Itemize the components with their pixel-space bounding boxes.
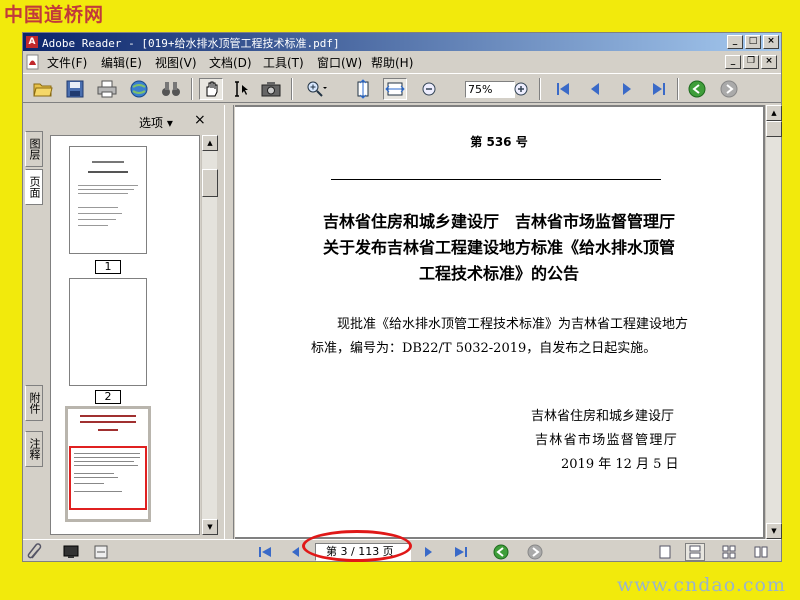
document-viewer[interactable]: 第 536 号 吉林省住房和城乡建设厅 吉林省市场监督管理厅 关于发布吉林省工程… — [235, 105, 782, 539]
menu-tools[interactable]: 工具(T) — [263, 54, 304, 71]
doc-scroll-thumb[interactable] — [766, 121, 782, 137]
doc-restore-button[interactable]: ❐ — [743, 55, 759, 69]
save-disk-icon[interactable] — [63, 78, 87, 100]
hand-tool-icon[interactable] — [199, 78, 223, 100]
pdf-document-icon[interactable] — [26, 54, 40, 70]
first-page-icon[interactable] — [551, 78, 575, 100]
menu-view[interactable]: 视图(V) — [155, 54, 197, 71]
page-layout-icon[interactable] — [91, 543, 111, 561]
tab-pages[interactable]: 页面 — [25, 169, 43, 205]
signer-housing-department: 吉林省住房和城乡建设厅 — [531, 409, 675, 424]
print-icon[interactable] — [95, 78, 119, 100]
page-thumbnail-2[interactable] — [69, 278, 147, 386]
maximize-button[interactable]: □ — [745, 35, 761, 49]
status-next-page-icon[interactable] — [419, 543, 439, 561]
zoom-in-icon[interactable] — [509, 78, 533, 100]
zoom-out-icon[interactable] — [417, 78, 441, 100]
title-bar[interactable]: A Adobe Reader - [019+给水排水顶管工程技术标准.pdf] … — [23, 33, 781, 51]
next-page-icon[interactable] — [615, 78, 639, 100]
document-number: 第 536 号 — [470, 135, 528, 149]
menu-file[interactable]: 文件(F) — [47, 54, 87, 71]
thumbnail-options-menu[interactable]: 选项 ▾ — [139, 114, 173, 131]
thumbnail-panel-close-button[interactable]: × — [194, 112, 206, 128]
thumbnail-scroll-thumb[interactable] — [202, 169, 218, 197]
single-page-view-icon[interactable] — [655, 543, 675, 561]
document-page: 第 536 号 吉林省住房和城乡建设厅 吉林省市场监督管理厅 关于发布吉林省工程… — [235, 107, 763, 537]
search-binoculars-icon[interactable] — [159, 78, 183, 100]
menu-help[interactable]: 帮助(H) — [371, 54, 413, 71]
status-go-back-icon[interactable] — [491, 543, 511, 561]
page-thumbnails-panel: 选项 ▾ × 1 2 ▲ ▼ — [47, 105, 223, 539]
doc-scroll-down-arrow-icon[interactable]: ▼ — [766, 523, 782, 539]
zoom-in-tool-icon[interactable] — [305, 78, 329, 100]
display-monitor-icon[interactable] — [61, 543, 81, 561]
doc-scroll-up-arrow-icon[interactable]: ▲ — [766, 105, 782, 121]
scroll-down-arrow-icon[interactable]: ▼ — [202, 519, 218, 535]
document-title-line-3: 工程技术标准》的公告 — [418, 264, 579, 283]
page-thumbnail-label-2: 2 — [95, 390, 121, 404]
window-title: Adobe Reader - [019+给水排水顶管工程技术标准.pdf] — [42, 37, 340, 50]
document-title-line-2: 关于发布吉林省工程建设地方标准《给水排水顶管 — [322, 238, 675, 257]
scroll-up-arrow-icon[interactable]: ▲ — [202, 135, 218, 151]
status-last-page-icon[interactable] — [451, 543, 471, 561]
navigation-tabs: 图层 页面 附件 注释 — [23, 105, 45, 539]
tab-comments[interactable]: 注释 — [25, 431, 43, 467]
watermark-cndao-bottom: www.cndao.com — [616, 574, 786, 596]
previous-page-icon[interactable] — [583, 78, 607, 100]
doc-minimize-button[interactable]: _ — [725, 55, 741, 69]
menu-document[interactable]: 文档(D) — [209, 54, 252, 71]
document-body: 现批准《给水排水顶管工程技术标准》为吉林省工程建设地方标准，编号为：DB22/T… — [311, 317, 689, 356]
email-globe-icon[interactable] — [127, 78, 151, 100]
continuous-view-icon[interactable] — [685, 543, 705, 561]
fit-height-icon[interactable] — [351, 78, 375, 100]
last-page-icon[interactable] — [647, 78, 671, 100]
tab-layers[interactable]: 图层 — [25, 131, 43, 167]
select-text-icon[interactable] — [229, 78, 253, 100]
menu-edit[interactable]: 编辑(E) — [101, 54, 142, 71]
facing-view-icon[interactable] — [719, 543, 739, 561]
minimize-button[interactable]: _ — [727, 35, 743, 49]
title-divider — [331, 179, 661, 180]
page-indicator-highlight-ellipse — [302, 530, 412, 562]
watermark-cndao-top: 中国道桥网 — [4, 4, 105, 26]
go-back-icon[interactable] — [685, 78, 709, 100]
document-title-line-1: 吉林省住房和城乡建设厅 吉林省市场监督管理厅 — [322, 212, 675, 231]
page-thumbnail-label-1: 1 — [95, 260, 121, 274]
thumbnail-list[interactable]: 1 2 — [50, 135, 200, 535]
document-scrollbar[interactable]: ▲ ▼ — [765, 105, 782, 539]
menu-window[interactable]: 窗口(W) — [317, 54, 362, 71]
open-folder-icon[interactable] — [31, 78, 55, 100]
adobe-reader-window: A Adobe Reader - [019+给水排水顶管工程技术标准.pdf] … — [22, 32, 782, 562]
signer-market-supervision: 吉林省市场监督管理厅 — [535, 433, 679, 448]
status-first-page-icon[interactable] — [255, 543, 275, 561]
doc-close-button[interactable]: × — [761, 55, 777, 69]
document-date: 2019 年 12 月 5 日 — [561, 457, 679, 472]
go-forward-icon[interactable] — [717, 78, 741, 100]
zoom-level-input[interactable]: 75% — [465, 81, 515, 98]
page-thumbnail-1[interactable] — [69, 146, 147, 254]
menu-bar: 文件(F) 编辑(E) 视图(V) 文档(D) 工具(T) 窗口(W) 帮助(H… — [23, 52, 781, 72]
toolbar: 75% ▼ — [23, 73, 781, 103]
continuous-facing-view-icon[interactable] — [751, 543, 771, 561]
adobe-reader-icon: A — [26, 36, 38, 48]
status-go-forward-icon[interactable] — [525, 543, 545, 561]
snapshot-camera-icon[interactable] — [259, 78, 283, 100]
fit-width-icon[interactable] — [383, 78, 407, 100]
page-thumbnail-3[interactable] — [65, 406, 151, 522]
thumbnail-scrollbar[interactable]: ▲ ▼ — [201, 135, 218, 535]
tab-attachments[interactable]: 附件 — [25, 385, 43, 421]
close-button[interactable]: × — [763, 35, 779, 49]
panel-splitter[interactable] — [224, 105, 234, 539]
paperclip-attachments-icon[interactable] — [25, 543, 45, 561]
